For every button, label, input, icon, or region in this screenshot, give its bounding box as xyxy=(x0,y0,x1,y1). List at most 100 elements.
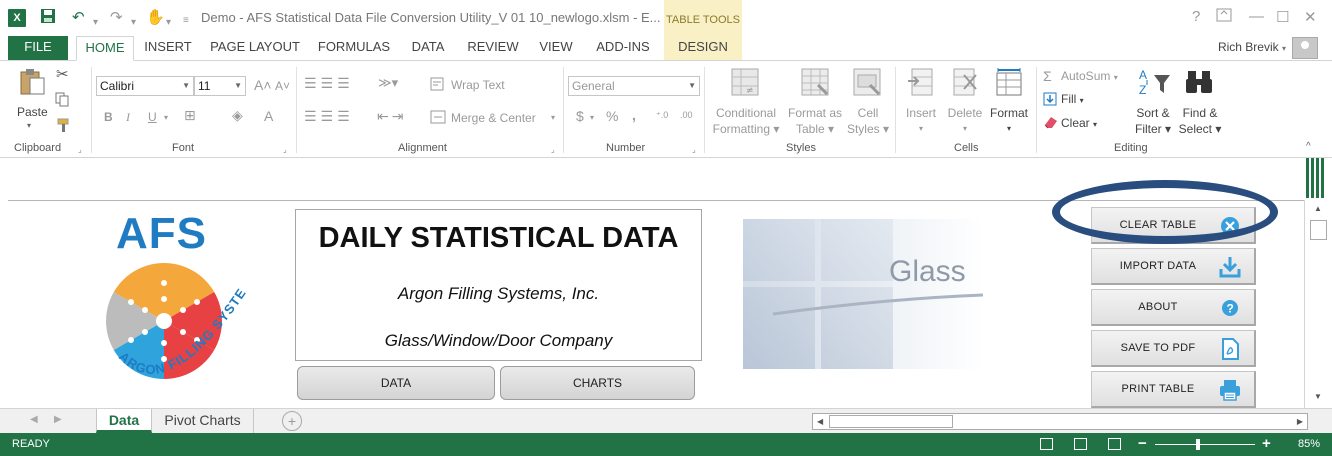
save-to-pdf-button[interactable]: SAVE TO PDF xyxy=(1091,330,1256,367)
page-break-view-icon[interactable] xyxy=(1108,438,1121,450)
format-painter-icon[interactable] xyxy=(56,117,72,136)
scroll-down-icon[interactable]: ▼ xyxy=(1314,392,1322,401)
tab-add-ins[interactable]: ADD-INS xyxy=(588,36,658,60)
zoom-in-button[interactable]: + xyxy=(1262,435,1271,452)
copy-icon[interactable] xyxy=(54,91,70,110)
chevron-down-icon[interactable]: ▾ xyxy=(551,113,555,122)
dialog-launcher-icon[interactable]: ⌟ xyxy=(78,145,82,154)
cell-styles-button[interactable]: Cell Styles ▾ xyxy=(846,105,890,137)
redo-icon[interactable]: ↷ xyxy=(110,8,123,28)
insert-cells-icon[interactable] xyxy=(906,67,936,100)
font-color-icon[interactable]: A xyxy=(264,108,273,124)
tab-formulas[interactable]: FORMULAS xyxy=(312,36,396,60)
scroll-up-icon[interactable]: ▲ xyxy=(1314,204,1322,213)
delete-cells-button[interactable]: Delete ▾ xyxy=(942,105,988,137)
format-as-table-icon[interactable] xyxy=(800,67,830,100)
minimize-button[interactable]: — xyxy=(1249,8,1264,25)
collapse-ribbon-icon[interactable]: ^ xyxy=(1306,141,1311,152)
percent-button[interactable]: % xyxy=(606,108,618,124)
close-button[interactable]: ✕ xyxy=(1304,8,1317,26)
data-button[interactable]: DATA xyxy=(297,366,495,400)
redo-dropdown-icon[interactable]: ▾ xyxy=(131,13,136,33)
underline-button[interactable]: U xyxy=(148,110,157,124)
scroll-thumb[interactable] xyxy=(829,415,953,428)
sheet-tab-data[interactable]: Data xyxy=(96,409,152,433)
ribbon-display-icon[interactable] xyxy=(1216,8,1232,26)
borders-icon[interactable]: ⊞ xyxy=(184,107,196,124)
print-table-button[interactable]: PRINT TABLE xyxy=(1091,371,1256,408)
tab-view[interactable]: VIEW xyxy=(534,36,578,60)
binoculars-icon[interactable] xyxy=(1184,67,1214,100)
format-as-table-button[interactable]: Format as Table ▾ xyxy=(784,105,846,137)
delete-cells-icon[interactable] xyxy=(950,67,980,100)
align-left-icons[interactable]: ☰☰☰ xyxy=(304,108,354,125)
zoom-slider[interactable] xyxy=(1155,444,1255,445)
font-size-select[interactable]: 11 ▼ xyxy=(194,76,246,96)
scroll-left-icon[interactable]: ◀ xyxy=(817,417,823,426)
merge-center-button[interactable]: Merge & Center xyxy=(451,111,536,125)
format-cells-icon[interactable] xyxy=(994,67,1024,100)
touch-dropdown-icon[interactable]: ▾ xyxy=(166,13,171,33)
scroll-thumb[interactable] xyxy=(1310,220,1327,240)
scroll-right-icon[interactable]: ▶ xyxy=(1297,417,1303,426)
sort-filter-button[interactable]: Sort & Filter ▾ xyxy=(1130,105,1176,137)
paste-icon[interactable] xyxy=(18,67,48,100)
tab-design[interactable]: DESIGN xyxy=(664,36,742,60)
tab-scroll-left-icon[interactable]: ◀ xyxy=(30,414,38,425)
import-data-button[interactable]: IMPORT DATA xyxy=(1091,248,1256,285)
tab-insert[interactable]: INSERT xyxy=(140,36,196,60)
tab-review[interactable]: REVIEW xyxy=(462,36,524,60)
excel-app-icon[interactable]: X xyxy=(8,9,26,27)
insert-cells-button[interactable]: Insert ▾ xyxy=(902,105,940,137)
tab-data[interactable]: DATA xyxy=(404,36,452,60)
number-format-select[interactable]: General ▼ xyxy=(568,76,700,96)
user-name[interactable]: Rich Brevik ▾ xyxy=(1218,40,1286,54)
zoom-out-button[interactable]: − xyxy=(1138,435,1147,452)
undo-icon[interactable]: ↶ xyxy=(72,8,85,28)
zoom-slider-handle[interactable] xyxy=(1196,439,1200,450)
add-sheet-button[interactable]: + xyxy=(282,411,302,431)
fill-button[interactable]: Fill ▾ xyxy=(1061,92,1084,106)
cell-styles-icon[interactable] xyxy=(852,67,882,100)
currency-button[interactable]: $ xyxy=(576,108,584,124)
tab-scroll-right-icon[interactable]: ▶ xyxy=(54,414,62,425)
dialog-launcher-icon[interactable]: ⌟ xyxy=(551,145,555,154)
clear-button[interactable]: Clear ▾ xyxy=(1061,116,1097,130)
touch-mode-icon[interactable]: ✋ xyxy=(146,8,165,28)
customize-qat-icon[interactable]: ≡ xyxy=(183,11,189,31)
paste-button[interactable]: Paste xyxy=(17,105,48,119)
increase-decimal-icon[interactable]: ⁺.0 xyxy=(656,110,668,121)
shrink-font-icon[interactable]: A˅ xyxy=(275,79,290,93)
conditional-formatting-button[interactable]: Conditional Formatting ▾ xyxy=(708,105,784,137)
zoom-level[interactable]: 85% xyxy=(1298,438,1320,450)
conditional-formatting-icon[interactable]: ≠ xyxy=(730,67,760,100)
find-select-button[interactable]: Find & Select ▾ xyxy=(1176,105,1224,137)
grow-font-icon[interactable]: A˄ xyxy=(254,77,272,93)
avatar[interactable] xyxy=(1292,37,1318,59)
wrap-text-button[interactable]: Wrap Text xyxy=(451,78,505,92)
sheet-tab-pivot-charts[interactable]: Pivot Charts xyxy=(152,409,254,433)
cut-icon[interactable]: ✂ xyxy=(56,65,69,83)
charts-button[interactable]: CHARTS xyxy=(500,366,695,400)
vertical-scrollbar[interactable]: ▲ ▼ xyxy=(1304,200,1332,408)
eraser-icon[interactable] xyxy=(1043,115,1059,132)
orientation-icon[interactable]: ≫▾ xyxy=(378,75,398,91)
indent-icons[interactable]: ⇤⇥ xyxy=(377,108,406,125)
merge-center-icon[interactable] xyxy=(430,109,446,128)
normal-view-icon[interactable] xyxy=(1040,438,1053,450)
undo-dropdown-icon[interactable]: ▾ xyxy=(93,13,98,33)
split-handle-icon[interactable] xyxy=(1306,158,1326,198)
align-top-icons[interactable]: ☰☰☰ xyxy=(304,75,354,92)
tab-home[interactable]: HOME xyxy=(76,36,134,61)
chevron-down-icon[interactable]: ▾ xyxy=(590,113,594,122)
font-family-select[interactable]: Calibri ▼ xyxy=(96,76,194,96)
save-icon[interactable] xyxy=(40,8,56,30)
dialog-launcher-icon[interactable]: ⌟ xyxy=(283,145,287,154)
wrap-text-icon[interactable] xyxy=(430,76,446,95)
autosum-icon[interactable]: Σ xyxy=(1043,68,1052,84)
page-layout-view-icon[interactable] xyxy=(1074,438,1087,450)
comma-button[interactable]: , xyxy=(632,107,636,123)
autosum-button[interactable]: AutoSum ▾ xyxy=(1061,69,1118,83)
help-icon[interactable]: ? xyxy=(1192,8,1200,25)
sort-filter-icon[interactable]: AZ xyxy=(1138,67,1172,100)
